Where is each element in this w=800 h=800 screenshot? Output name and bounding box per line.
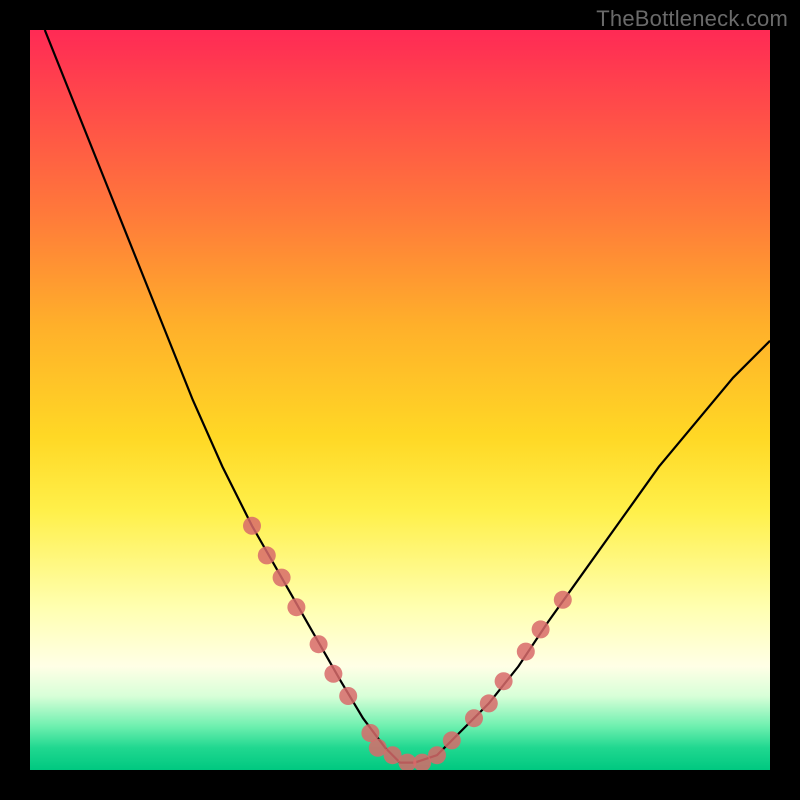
bottleneck-curve: [45, 30, 770, 763]
chart-svg: [30, 30, 770, 770]
curve-marker: [324, 665, 342, 683]
chart-frame: TheBottleneck.com: [0, 0, 800, 800]
curve-marker: [258, 546, 276, 564]
curve-marker: [465, 709, 483, 727]
curve-marker: [273, 569, 291, 587]
curve-marker: [480, 694, 498, 712]
curve-marker: [443, 731, 461, 749]
curve-marker: [517, 643, 535, 661]
watermark-text: TheBottleneck.com: [596, 6, 788, 32]
curve-marker: [495, 672, 513, 690]
curve-marker: [339, 687, 357, 705]
curve-marker: [310, 635, 328, 653]
curve-marker: [428, 746, 446, 764]
curve-marker: [532, 620, 550, 638]
curve-markers: [243, 517, 572, 770]
curve-marker: [243, 517, 261, 535]
curve-path: [45, 30, 770, 763]
curve-marker: [287, 598, 305, 616]
curve-marker: [554, 591, 572, 609]
chart-plot-area: [30, 30, 770, 770]
